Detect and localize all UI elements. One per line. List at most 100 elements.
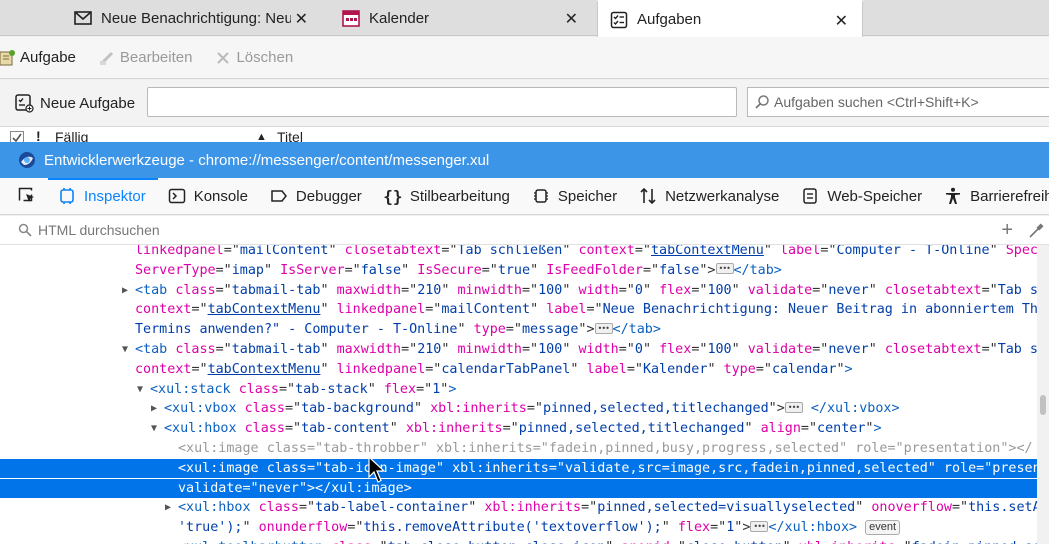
debugger-icon <box>270 187 288 205</box>
expand-twisty-icon[interactable]: ▶ <box>122 281 128 300</box>
devtools-window-title: Entwicklerwerkzeuge - chrome://messenger… <box>0 142 1049 178</box>
tab-calendar[interactable]: Kalender ✕ <box>330 0 592 36</box>
tab-style-editor[interactable]: {} Stilbearbeitung <box>374 178 522 214</box>
sort-ascending-icon: ▲ <box>256 131 267 142</box>
tab-debugger[interactable]: Debugger <box>260 178 374 214</box>
close-icon[interactable]: ✕ <box>835 11 848 31</box>
markup-node-text: Termins anwenden?" - Computer - T-Online… <box>135 319 661 339</box>
new-task-button[interactable]: Aufgabe <box>0 49 76 67</box>
markup-node-text: <xul:stack class="tab-stack" flex="1"> <box>150 381 457 397</box>
tab-label: Stilbearbeitung <box>409 187 510 205</box>
devtools-toolbar: Inspektor Konsole Debugger {} Stilbearbe… <box>0 178 1049 215</box>
tab-tasks[interactable]: Aufgaben ✕ <box>597 0 863 37</box>
html-search-input[interactable]: HTML durchsuchen + <box>0 216 1049 245</box>
delete-button[interactable]: Löschen <box>214 49 293 67</box>
new-task-icon <box>0 49 16 67</box>
element-picker-button[interactable] <box>0 178 48 214</box>
markup-node-text: linkedpanel="mailContent" closetabtext="… <box>135 245 1047 258</box>
checkbox-column-header[interactable] <box>10 128 24 142</box>
collapsed-children-icon[interactable] <box>594 319 613 338</box>
console-icon <box>168 187 186 205</box>
eyedropper-icon[interactable] <box>1027 222 1045 240</box>
due-column-header[interactable]: Fällig <box>55 127 88 142</box>
collapse-twisty-icon[interactable]: ▼ <box>122 340 128 359</box>
markup-line[interactable]: ▶ <xul:vbox class="tab-background" xbl:in… <box>0 398 1049 418</box>
collapse-twisty-icon[interactable]: ▼ <box>151 419 157 438</box>
tab-console[interactable]: Konsole <box>158 178 260 214</box>
markup-node-text: <xul:hbox class="tab-label-container" xb… <box>178 500 1049 516</box>
accessibility-icon <box>944 187 962 205</box>
tab-network[interactable]: Netzwerkanalyse <box>629 178 791 214</box>
selected-markup-node[interactable]: validate="never"></xul:image> <box>0 478 1049 498</box>
collapsed-children-icon[interactable] <box>784 398 803 417</box>
collapse-twisty-icon[interactable]: ▼ <box>137 380 143 399</box>
markup-line[interactable]: ▼ <xul:hbox class="tab-content" xbl:inher… <box>0 419 1049 438</box>
edit-button[interactable]: Bearbeiten <box>98 49 192 67</box>
markup-node-text: <tab class="tabmail-tab" maxwidth="210" … <box>135 282 1047 298</box>
task-search-placeholder: Aufgaben suchen <Ctrl+Shift+K> <box>774 94 979 110</box>
expand-twisty-icon[interactable]: ▶ <box>165 538 171 544</box>
task-list-header: ! Fällig ▲ Titel <box>0 126 1049 142</box>
expand-twisty-icon[interactable]: ▶ <box>165 498 171 517</box>
task-search-input[interactable]: Aufgaben suchen <Ctrl+Shift+K> <box>747 87 1049 117</box>
tab-notification[interactable]: Neue Benachrichtigung: Neu ✕ <box>62 0 322 36</box>
mail-icon <box>74 9 92 27</box>
markup-line[interactable]: ▶ <xul:toolbarbutton class="tab-close-but… <box>0 538 1049 544</box>
thunderbird-icon <box>18 151 36 169</box>
tab-label: Inspektor <box>84 187 146 205</box>
markup-node-text: context="tabContextMenu" linkedpanel="ma… <box>135 302 1047 318</box>
markup-node-text: <tab class="tabmail-tab" maxwidth="210" … <box>135 342 1047 357</box>
tab-label: Barrierefreiheit <box>970 187 1049 205</box>
selected-markup-node[interactable]: <xul:image class="tab-icon-image" xbl:in… <box>0 458 1049 478</box>
tab-label: Speicher <box>557 187 618 205</box>
markup-line[interactable]: ServerType="imap" IsServer="false" IsSec… <box>0 259 1049 280</box>
scrollbar-thumb[interactable] <box>1040 395 1046 415</box>
markup-node-text: context="tabContextMenu" linkedpanel="ca… <box>135 361 853 377</box>
quick-add-button[interactable]: Neue Aufgabe <box>14 93 135 113</box>
expand-twisty-icon[interactable]: ▶ <box>151 399 157 418</box>
markup-line[interactable]: context="tabContextMenu" linkedpanel="ma… <box>0 300 1049 319</box>
tab-label: Netzwerkanalyse <box>665 187 780 205</box>
add-node-icon[interactable]: + <box>1001 219 1013 242</box>
collapsed-children-icon[interactable] <box>715 259 734 278</box>
quick-add-input[interactable] <box>147 87 737 117</box>
style-editor-icon: {} <box>383 186 403 206</box>
title-column-header[interactable]: Titel <box>277 127 303 142</box>
tab-strip: Neue Benachrichtigung: Neu ✕ Kalender ✕ … <box>0 0 1049 37</box>
priority-column-header[interactable]: ! <box>36 127 41 142</box>
markup-node-text: ServerType="imap" IsServer="false" IsSec… <box>135 259 782 280</box>
collapsed-children-icon[interactable] <box>750 517 769 536</box>
markup-line[interactable]: context="tabContextMenu" linkedpanel="ca… <box>0 360 1049 379</box>
mouse-cursor-icon <box>368 456 386 483</box>
devtools-title-text: Entwicklerwerkzeuge - chrome://messenger… <box>44 151 490 169</box>
storage-icon <box>801 187 819 205</box>
tasks-icon <box>610 11 628 29</box>
markup-view: linkedpanel="mailContent" closetabtext="… <box>0 245 1049 544</box>
delete-icon <box>214 49 232 67</box>
markup-line[interactable]: ▼ <tab class="tabmail-tab" maxwidth="210"… <box>0 340 1049 359</box>
markup-line[interactable]: 'true');" onunderflow="this.removeAttrib… <box>0 517 1049 537</box>
element-picker-icon <box>18 187 36 205</box>
markup-line[interactable]: Termins anwenden?" - Computer - T-Online… <box>0 319 1049 339</box>
markup-node-text: 'true');" onunderflow="this.removeAttrib… <box>178 517 901 537</box>
close-icon[interactable]: ✕ <box>295 9 308 29</box>
tab-label: Debugger <box>295 187 362 205</box>
close-icon[interactable]: ✕ <box>565 9 578 29</box>
tab-title: Kalender <box>369 9 430 27</box>
new-task-label: Aufgabe <box>20 49 76 66</box>
calendar-icon <box>342 9 360 27</box>
markup-line[interactable]: ▶ <xul:hbox class="tab-label-container" x… <box>0 498 1049 517</box>
tab-web-storage[interactable]: Web-Speicher <box>791 178 934 214</box>
search-icon <box>754 94 770 110</box>
markup-scrollbar[interactable] <box>1037 245 1049 544</box>
markup-line[interactable]: ▶ <tab class="tabmail-tab" maxwidth="210"… <box>0 281 1049 300</box>
network-icon <box>639 187 657 205</box>
tab-inspector[interactable]: Inspektor <box>48 178 158 214</box>
tab-accessibility[interactable]: Barrierefreiheit <box>934 178 1049 214</box>
event-badge[interactable]: event <box>865 519 901 535</box>
markup-node-text: <xul:image class="tab-icon-image" xbl:in… <box>178 460 1049 476</box>
markup-line[interactable]: <xul:image class="tab-throbber" xbl:inhe… <box>0 439 1049 458</box>
markup-line[interactable]: linkedpanel="mailContent" closetabtext="… <box>0 245 1049 260</box>
markup-line[interactable]: ▼ <xul:stack class="tab-stack" flex="1"> <box>0 380 1049 399</box>
tab-memory[interactable]: Speicher <box>522 178 629 214</box>
